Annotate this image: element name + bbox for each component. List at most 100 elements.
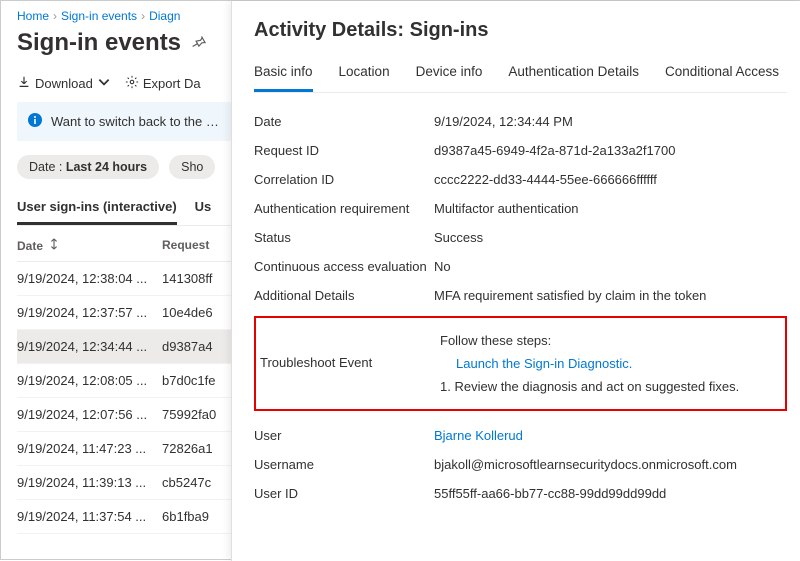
field-key: User ID xyxy=(254,486,434,501)
breadcrumb-signin-events[interactable]: Sign-in events xyxy=(61,9,137,23)
cell-request-id: 6b1fba9 xyxy=(162,509,231,524)
field-key: Username xyxy=(254,457,434,472)
cell-request-id: 141308ff xyxy=(162,271,231,286)
chevron-right-icon: › xyxy=(53,9,57,23)
field-request-id: Request ID d9387a45-6949-4f2a-871d-2a133… xyxy=(254,136,787,165)
field-key: Correlation ID xyxy=(254,172,434,187)
show-filter-pill[interactable]: Sho xyxy=(169,155,215,179)
col-header-date[interactable]: Date xyxy=(17,238,162,253)
pin-icon[interactable] xyxy=(191,34,207,53)
cell-request-id: cb5247c xyxy=(162,475,231,490)
field-key: Continuous access evaluation xyxy=(254,259,434,274)
page-title-row: Sign-in events xyxy=(17,29,231,57)
field-value: 55ff55ff-aa66-bb77-cc88-99dd99dd99dd xyxy=(434,486,787,501)
chevron-down-icon xyxy=(97,75,111,92)
troubleshoot-steps: Follow these steps: Launch the Sign-in D… xyxy=(440,333,781,394)
detail-panel: Activity Details: Sign-ins Basic info Lo… xyxy=(231,1,800,561)
tab-user-signins-other[interactable]: Us xyxy=(195,193,212,225)
field-troubleshoot-event: Troubleshoot Event Follow these steps: L… xyxy=(260,326,781,401)
info-bar: Want to switch back to the defa xyxy=(17,102,231,141)
gear-icon xyxy=(125,75,139,92)
download-icon xyxy=(17,75,31,92)
col-header-request[interactable]: Request xyxy=(162,238,231,253)
show-filter-label: Sho xyxy=(181,160,203,174)
user-link[interactable]: Bjarne Kollerud xyxy=(434,428,523,443)
tab-conditional-access[interactable]: Conditional Access xyxy=(665,60,779,92)
cell-date: 9/19/2024, 12:07:56 ... xyxy=(17,407,162,422)
field-key: Additional Details xyxy=(254,288,434,303)
field-value: d9387a45-6949-4f2a-871d-2a133a2f1700 xyxy=(434,143,787,158)
troubleshoot-intro: Follow these steps: xyxy=(440,333,781,348)
cell-request-id: 72826a1 xyxy=(162,441,231,456)
field-value: No xyxy=(434,259,787,274)
cell-request-id: 10e4de6 xyxy=(162,305,231,320)
left-panel: Home › Sign-in events › Diagn Sign-in ev… xyxy=(1,1,231,561)
sort-icon xyxy=(49,238,59,253)
breadcrumb-home[interactable]: Home xyxy=(17,9,49,23)
field-value: MFA requirement satisfied by claim in th… xyxy=(434,288,787,303)
field-date: Date 9/19/2024, 12:34:44 PM xyxy=(254,107,787,136)
chevron-right-icon: › xyxy=(141,9,145,23)
date-filter-label: Date : xyxy=(29,160,62,174)
table-row[interactable]: 9/19/2024, 11:37:54 ...6b1fba9 xyxy=(17,500,231,534)
info-icon xyxy=(27,112,43,131)
field-value: Multifactor authentication xyxy=(434,201,787,216)
field-key: Request ID xyxy=(254,143,434,158)
field-value: Success xyxy=(434,230,787,245)
field-key: User xyxy=(254,428,434,443)
tab-location[interactable]: Location xyxy=(339,60,390,92)
cell-date: 9/19/2024, 12:34:44 ... xyxy=(17,339,162,354)
field-value: 9/19/2024, 12:34:44 PM xyxy=(434,114,787,129)
table-row[interactable]: 9/19/2024, 12:34:44 ...d9387a4 xyxy=(17,330,231,364)
field-status: Status Success xyxy=(254,223,787,252)
field-continuous-access-evaluation: Continuous access evaluation No xyxy=(254,252,787,281)
field-user-id: User ID 55ff55ff-aa66-bb77-cc88-99dd99dd… xyxy=(254,479,787,508)
table-row[interactable]: 9/19/2024, 12:38:04 ...141308ff xyxy=(17,262,231,296)
tab-user-signins-interactive[interactable]: User sign-ins (interactive) xyxy=(17,193,177,225)
field-key: Status xyxy=(254,230,434,245)
field-user: User Bjarne Kollerud xyxy=(254,421,787,450)
export-button[interactable]: Export Da xyxy=(125,75,201,92)
info-bar-text: Want to switch back to the defa xyxy=(51,114,221,129)
detail-tabs: Basic info Location Device info Authenti… xyxy=(254,60,787,93)
field-value: bjakoll@microsoftlearnsecuritydocs.onmic… xyxy=(434,457,787,472)
cell-date: 9/19/2024, 11:39:13 ... xyxy=(17,475,162,490)
signin-table: Date Request 9/19/2024, 12:38:04 ...1413… xyxy=(17,230,231,534)
table-row[interactable]: 9/19/2024, 12:37:57 ...10e4de6 xyxy=(17,296,231,330)
table-row[interactable]: 9/19/2024, 12:08:05 ...b7d0c1fe xyxy=(17,364,231,398)
detail-title: Activity Details: Sign-ins xyxy=(254,19,787,42)
col-header-date-label: Date xyxy=(17,239,43,253)
page-title: Sign-in events xyxy=(17,29,181,57)
table-row[interactable]: 9/19/2024, 11:39:13 ...cb5247c xyxy=(17,466,231,500)
tab-basic-info[interactable]: Basic info xyxy=(254,60,313,92)
left-tabs: User sign-ins (interactive) Us xyxy=(17,193,231,226)
troubleshoot-highlight: Troubleshoot Event Follow these steps: L… xyxy=(254,316,787,411)
download-label: Download xyxy=(35,76,93,91)
tab-authentication-details[interactable]: Authentication Details xyxy=(508,60,639,92)
date-filter-pill[interactable]: Date : Last 24 hours xyxy=(17,155,159,179)
cell-date: 9/19/2024, 11:37:54 ... xyxy=(17,509,162,524)
field-key: Troubleshoot Event xyxy=(260,333,440,370)
cell-request-id: d9387a4 xyxy=(162,339,231,354)
tab-device-info[interactable]: Device info xyxy=(416,60,483,92)
date-filter-value: Last 24 hours xyxy=(66,160,147,174)
download-button[interactable]: Download xyxy=(17,75,111,92)
table-row[interactable]: 9/19/2024, 12:07:56 ...75992fa0 xyxy=(17,398,231,432)
field-auth-requirement: Authentication requirement Multifactor a… xyxy=(254,194,787,223)
table-row[interactable]: 9/19/2024, 11:47:23 ...72826a1 xyxy=(17,432,231,466)
cell-date: 9/19/2024, 12:38:04 ... xyxy=(17,271,162,286)
troubleshoot-step: 1. Review the diagnosis and act on sugge… xyxy=(440,379,781,394)
cell-date: 9/19/2024, 12:08:05 ... xyxy=(17,373,162,388)
breadcrumb: Home › Sign-in events › Diagn xyxy=(17,9,231,29)
cell-request-id: 75992fa0 xyxy=(162,407,231,422)
field-value: cccc2222-dd33-4444-55ee-666666ffffff xyxy=(434,172,787,187)
field-correlation-id: Correlation ID cccc2222-dd33-4444-55ee-6… xyxy=(254,165,787,194)
field-key: Authentication requirement xyxy=(254,201,434,216)
field-username: Username bjakoll@microsoftlearnsecurityd… xyxy=(254,450,787,479)
field-additional-details: Additional Details MFA requirement satis… xyxy=(254,281,787,310)
breadcrumb-diagnostic[interactable]: Diagn xyxy=(149,9,180,23)
launch-signin-diagnostic-link[interactable]: Launch the Sign-in Diagnostic. xyxy=(440,356,781,371)
toolbar: Download Export Da xyxy=(17,75,231,92)
cell-date: 9/19/2024, 11:47:23 ... xyxy=(17,441,162,456)
filter-pills: Date : Last 24 hours Sho xyxy=(17,155,231,179)
